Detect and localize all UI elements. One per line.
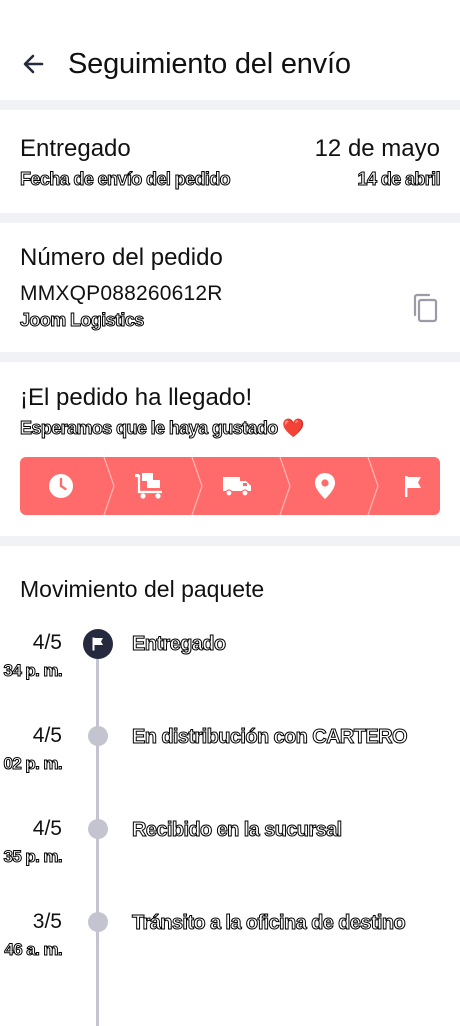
step-delivered (372, 457, 440, 515)
delivery-section: Entregado 12 de mayo Fecha de envío del … (0, 110, 460, 213)
event-time: 46 a. m. (4, 940, 63, 960)
event-date: 4/5 (32, 724, 62, 747)
shipping-progress-bar (20, 457, 440, 515)
timeline-line (96, 656, 99, 1026)
event-label: Entregado (132, 633, 227, 656)
back-arrow-icon[interactable] (20, 50, 48, 78)
cart-icon (135, 473, 162, 499)
app-header: Seguimiento del envío (0, 0, 460, 100)
carrier-name: Joom Logistics (20, 310, 145, 331)
divider (0, 100, 460, 110)
truck-icon (223, 477, 251, 497)
movement-title: Movimiento del paquete (20, 576, 265, 602)
event-label: En distribución con CARTERO (132, 726, 409, 749)
order-number[interactable]: MMXQP088260612R (20, 282, 440, 306)
location-pin-icon (315, 473, 335, 499)
divider (0, 213, 460, 223)
divider (0, 536, 460, 546)
event-time: 02 p. m. (3, 754, 63, 774)
arrival-section: ¡El pedido ha llegado! Esperamos que le … (0, 362, 460, 536)
order-number-title: Número del pedido (20, 244, 223, 271)
copy-icon[interactable] (412, 293, 438, 323)
event-date: 4/5 (32, 631, 62, 654)
step-in-transit (196, 457, 278, 515)
flag-icon (405, 476, 421, 497)
event-date: 4/5 (32, 817, 62, 840)
timeline-dot (88, 726, 108, 746)
order-section: Número del pedido MMXQP088260612R Joom L… (0, 223, 460, 352)
arrival-title: ¡El pedido ha llegado! (20, 384, 253, 411)
event-date: 3/5 (32, 910, 62, 933)
ship-date-label: Fecha de envío del pedido (19, 169, 231, 190)
event-label: Tránsito a la oficina de destino (131, 912, 406, 935)
timeline-dot (88, 912, 108, 932)
delivery-status: Entregado (20, 135, 131, 162)
event-time: 35 p. m. (3, 847, 63, 867)
page-title: Seguimiento del envío (68, 48, 351, 80)
package-movement-section: Movimiento del paquete 4/5 34 p. m. Entr… (0, 546, 460, 1026)
step-arrived (284, 457, 366, 515)
step-prepared (108, 457, 190, 515)
delivered-flag-marker (83, 629, 113, 659)
clock-icon (49, 474, 73, 498)
ship-date-value: 14 de abril (357, 169, 441, 190)
event-time: 34 p. m. (3, 661, 63, 681)
timeline-dot (88, 819, 108, 839)
arrival-subtitle: Esperamos que le haya gustado ❤️ (20, 418, 306, 439)
flag-icon (92, 637, 103, 651)
delivery-date: 12 de mayo (314, 135, 440, 162)
event-label: Recibido en la sucursal (132, 819, 343, 842)
step-ordered (20, 457, 102, 515)
divider (0, 352, 460, 362)
